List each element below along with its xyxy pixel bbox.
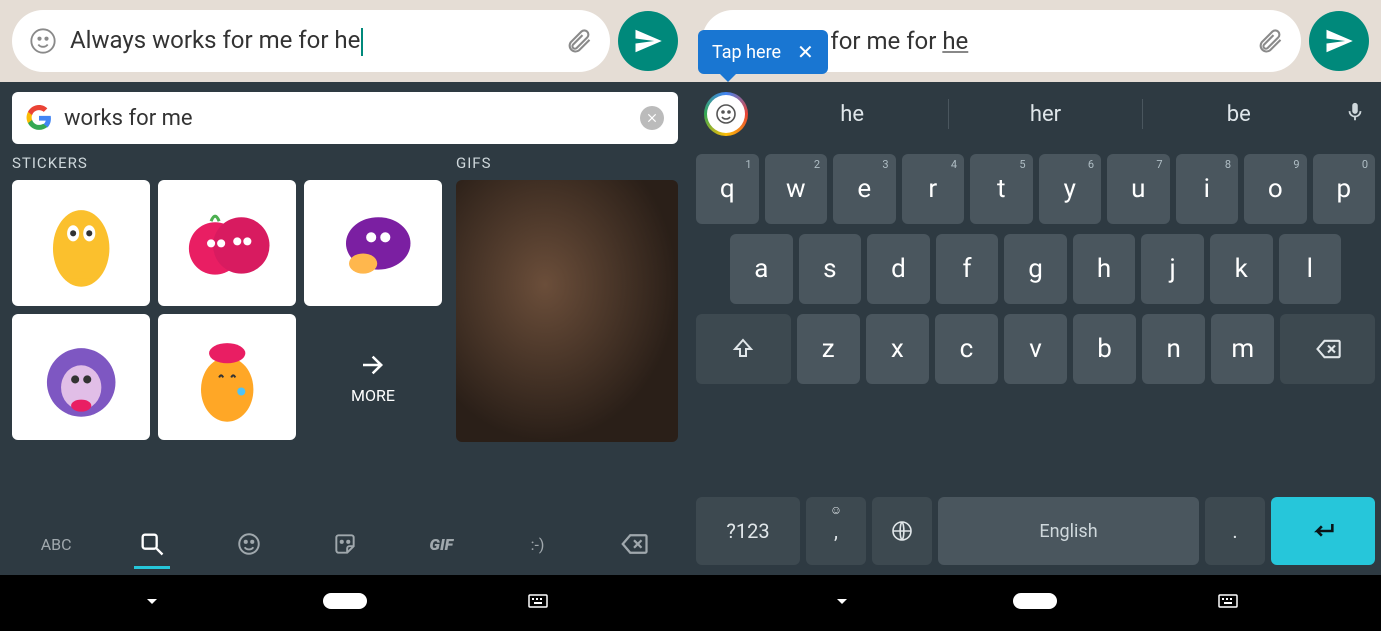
phone-right: works for me for he Tap here ✕ he her be [690,0,1381,631]
key-backspace[interactable] [1280,314,1375,384]
attach-icon[interactable] [564,26,594,56]
key-d[interactable]: d [867,234,930,304]
keyboard-panel-right: Tap here ✕ he her be q1 w2 e3 r4 t5 y6 [690,82,1381,575]
key-t[interactable]: t5 [970,154,1033,224]
key-x[interactable]: x [866,314,929,384]
send-button[interactable] [1309,11,1369,71]
keyboard-panel-left: works for me STICKERS MORE [0,82,690,575]
sticker-thumb[interactable] [12,180,150,306]
key-row-bottom: ?123 ☺, English . [690,497,1381,575]
key-h[interactable]: h [1073,234,1136,304]
key-f[interactable]: f [936,234,999,304]
key-row-2: a s d f g h j k l [696,234,1375,304]
nav-back-icon[interactable] [830,589,854,617]
stickers-label: STICKERS [12,154,442,172]
android-nav-bar [0,575,1381,631]
key-k[interactable]: k [1210,234,1273,304]
key-a[interactable]: a [730,234,793,304]
tab-gif[interactable]: GIF [411,513,471,575]
key-shift[interactable] [696,314,791,384]
backspace-icon[interactable] [604,513,664,575]
key-language[interactable] [872,497,932,565]
sticker-thumb[interactable] [304,180,442,306]
key-l[interactable]: l [1279,234,1342,304]
suggestion-word[interactable]: be [1143,102,1335,127]
suggestion-word[interactable]: her [949,102,1141,127]
key-r[interactable]: r4 [902,154,965,224]
search-text: works for me [64,106,628,131]
key-row-1: q1 w2 e3 r4 t5 y6 u7 i8 o9 p0 [696,154,1375,224]
gifs-label: GIFS [456,154,678,172]
key-q[interactable]: q1 [696,154,759,224]
key-s[interactable]: s [799,234,862,304]
sticker-thumb[interactable] [12,314,150,440]
key-j[interactable]: j [1141,234,1204,304]
sticker-thumb[interactable] [158,314,296,440]
nav-back-icon[interactable] [140,589,164,617]
key-b[interactable]: b [1073,314,1136,384]
key-w[interactable]: w2 [765,154,828,224]
nav-keyboard-icon[interactable] [1216,589,1240,617]
key-i[interactable]: i8 [1176,154,1239,224]
key-enter[interactable] [1271,497,1375,565]
suggestion-emoji-button[interactable] [704,92,748,136]
sticker-thumb[interactable] [158,180,296,306]
tooltip-tap-here[interactable]: Tap here ✕ [698,30,828,74]
key-e[interactable]: e3 [833,154,896,224]
key-z[interactable]: z [797,314,860,384]
close-icon[interactable]: ✕ [797,40,814,64]
message-input[interactable]: Always works for me for he [12,10,610,72]
key-n[interactable]: n [1142,314,1205,384]
attach-icon[interactable] [1255,26,1285,56]
key-period[interactable]: . [1205,497,1265,565]
key-g[interactable]: g [1004,234,1067,304]
google-logo-icon [26,105,52,131]
nav-keyboard-icon[interactable] [526,589,550,617]
phone-left: Always works for me for he works for me … [0,0,690,631]
key-o[interactable]: o9 [1244,154,1307,224]
nav-home-icon[interactable] [1013,593,1057,613]
key-space[interactable]: English [938,497,1199,565]
suggestion-word[interactable]: he [756,102,948,127]
emoji-icon[interactable] [28,26,58,56]
mic-icon[interactable] [1335,101,1375,127]
tab-search[interactable] [122,513,182,575]
key-comma[interactable]: ☺, [806,497,866,565]
tab-abc[interactable]: ABC [26,513,86,575]
tab-sticker[interactable] [315,513,375,575]
message-text: Always works for me for he [70,26,552,56]
key-u[interactable]: u7 [1107,154,1170,224]
gif-search-input[interactable]: works for me [12,92,678,144]
more-stickers-button[interactable]: MORE [304,314,442,440]
key-c[interactable]: c [935,314,998,384]
chat-input-bar: Always works for me for he [0,0,690,82]
key-p[interactable]: p0 [1313,154,1376,224]
key-y[interactable]: y6 [1039,154,1102,224]
key-v[interactable]: v [1004,314,1067,384]
tab-emoticon[interactable]: :-) [508,513,568,575]
key-numbers[interactable]: ?123 [696,497,800,565]
tab-emoji[interactable] [219,513,279,575]
gif-thumb[interactable] [456,180,678,442]
key-m[interactable]: m [1211,314,1274,384]
suggestion-row: Tap here ✕ he her be [690,82,1381,146]
nav-home-icon[interactable] [323,593,367,613]
send-button[interactable] [618,11,678,71]
key-row-3: z x c v b n m [696,314,1375,384]
keyboard-tabs: ABC GIF :-) [0,513,690,575]
message-text: works for me for he [760,27,1243,55]
clear-search-button[interactable] [640,106,664,130]
